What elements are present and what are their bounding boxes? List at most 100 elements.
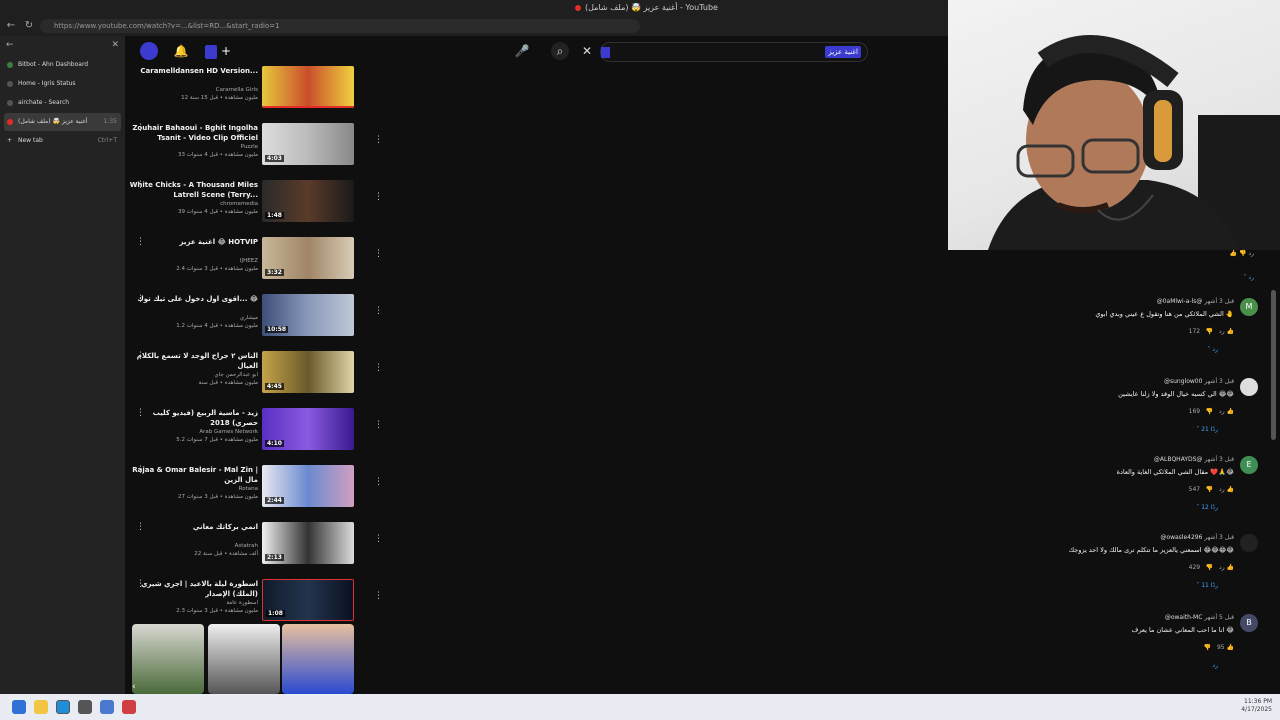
commenter-username[interactable]: @owasle4296 قبل 3 أشهر (1160, 534, 1234, 541)
clear-search-icon[interactable]: ✕ (578, 42, 596, 60)
more-options-icon[interactable]: ⋮ (374, 591, 383, 601)
reload-icon[interactable]: ↻ (22, 19, 36, 33)
video-item[interactable]: Caramelldansen HD Version... Caramella Gi… (128, 66, 378, 123)
tab-item-active[interactable]: أغنية عزيز 🤯 (ملف شامل) 1:35 (4, 113, 121, 131)
more-options-icon[interactable]: ⋮ (374, 420, 383, 430)
commenter-username[interactable]: @owaith-MC قبل 5 أشهر (1165, 614, 1234, 621)
short-thumbnail[interactable] (282, 624, 354, 694)
voice-search-mic-icon[interactable]: 🎤 (513, 42, 531, 60)
view-replies-button[interactable]: ˅ 21 ردًا (1196, 426, 1218, 433)
tab-item[interactable]: Home - Igris Status (4, 75, 121, 93)
short-thumbnail[interactable] (132, 624, 204, 694)
video-channel[interactable]: Arab Games Network (128, 428, 258, 436)
video-channel[interactable]: IJHEEZ (128, 257, 258, 265)
account-avatar[interactable] (140, 42, 158, 60)
video-item[interactable]: ⋮ زيد - ماسية الربيع (فيديو كليب حصري) 2… (128, 408, 383, 465)
terminal-icon[interactable] (78, 700, 92, 714)
more-options-icon[interactable]: ⋮ (374, 534, 383, 544)
more-options-icon[interactable]: ⋮ (374, 477, 383, 487)
back-arrow-icon[interactable]: ← (4, 19, 18, 33)
commenter-username[interactable]: @sunglow00 قبل 3 أشهر (1164, 378, 1234, 385)
video-channel[interactable]: Rotana (128, 485, 258, 493)
commenter-username[interactable]: @ALBQHAYDS@ قبل 3 أشهر (1154, 456, 1234, 463)
video-item[interactable]: ⋮ اقوى اول دخول على تيك توك... 😂 ميشاري 1.… (128, 294, 383, 351)
video-item[interactable]: ⋮ اغنية عزيز 😂 HOTVIP IJHEEZ 2.4 مليون مشا… (128, 237, 383, 294)
video-channel[interactable]: chromemedia (128, 200, 258, 208)
comment-actions[interactable]: رد 👎 429 👍 (1189, 564, 1234, 571)
video-channel[interactable]: ابو عبدالرحمن جاي (128, 371, 258, 379)
video-title[interactable]: اقوى اول دخول على تيك توك... 😂 (128, 294, 258, 314)
comment-actions[interactable]: 👎 95 👍 (1204, 644, 1234, 651)
video-title[interactable]: اغنية عزيز 😂 HOTVIP (128, 237, 259, 257)
video-title[interactable]: انمي بركاتك معاني (128, 522, 258, 542)
video-channel[interactable]: Puzzle (128, 143, 258, 151)
video-title[interactable]: Caramelldansen HD Version... (128, 66, 258, 86)
tab-item[interactable]: airchate - Search (4, 94, 121, 112)
start-windows-icon[interactable] (12, 700, 26, 714)
video-title[interactable]: الناس ٢ جراح الوجد لا تسمع بالكلام العيا… (128, 351, 258, 371)
video-title[interactable]: زيد - ماسية الربيع (فيديو كليب حصري) 201… (128, 408, 258, 428)
video-title[interactable]: Rajaa & Omar Balesir - Mal Zin | مال الز… (128, 465, 258, 485)
commenter-avatar[interactable]: B (1240, 614, 1258, 632)
video-channel[interactable]: Astatrah (128, 542, 258, 550)
view-replies-button[interactable]: ˅ 12 ردًا (1196, 504, 1218, 511)
app-icon[interactable] (100, 700, 114, 714)
more-options-icon[interactable]: ⋮ (374, 249, 383, 259)
view-replies-button[interactable]: ˅ رد (1244, 274, 1255, 281)
file-explorer-icon[interactable] (34, 700, 48, 714)
video-channel[interactable]: اسطورة عامة (128, 599, 258, 607)
video-thumbnail[interactable]: 10:58 (262, 294, 354, 336)
commenter-avatar[interactable] (1240, 378, 1258, 396)
video-item[interactable]: ⋮ White Chicks - A Thousand Miles Latrel… (128, 180, 383, 237)
url-input[interactable]: https://www.youtube.com/watch?v=...&list… (40, 19, 640, 33)
commenter-username[interactable]: @0aMlwi-a-ls@ قبل 3 أشهر (1157, 298, 1234, 305)
search-button-icon[interactable]: ⌕ (551, 42, 569, 60)
video-thumbnail[interactable]: 4:10 (262, 408, 354, 450)
create-button[interactable]: + (205, 42, 231, 60)
video-channel[interactable]: Caramella Girls (128, 86, 258, 94)
more-options-icon[interactable]: ⋮ (374, 306, 383, 316)
tab-item[interactable]: Bitbot - Ahn Dashboard (4, 56, 121, 74)
short-thumbnail[interactable] (208, 624, 280, 694)
comment-actions[interactable]: رد 👎 169 👍 (1189, 408, 1234, 415)
reply-button[interactable]: رد (1212, 662, 1218, 669)
commenter-avatar[interactable] (1240, 534, 1258, 552)
video-thumbnail[interactable] (262, 66, 354, 108)
comment-actions[interactable]: رد 👎 547 👍 (1189, 486, 1234, 493)
notifications-bell-icon[interactable]: 🔔 (172, 42, 190, 60)
browser-taskbar-icon[interactable] (56, 700, 70, 714)
video-item[interactable]: ⋮ انمي بركاتك معاني Astatrah 22 ألف مشاهدة… (128, 522, 383, 579)
video-thumbnail[interactable]: 2:13 (262, 522, 354, 564)
video-thumbnail[interactable]: 3:32 (262, 237, 354, 279)
video-item[interactable]: ⋮ Rajaa & Omar Balesir - Mal Zin | مال ا… (128, 465, 383, 522)
comment-actions[interactable]: رد 👎 172 👍 (1189, 328, 1234, 335)
video-thumbnail[interactable]: 4:03 (262, 123, 354, 165)
video-thumbnail[interactable]: 2:44 (262, 465, 354, 507)
view-replies-button[interactable]: ˅ 11 ردًا (1196, 582, 1218, 589)
new-tab-button[interactable]: + New tab Ctrl+T (4, 132, 121, 150)
video-thumbnail[interactable]: 1:48 (262, 180, 354, 222)
video-title[interactable]: White Chicks - A Thousand Miles Latrell … (128, 180, 258, 200)
scroll-left-chevron-icon[interactable]: ‹ (132, 682, 136, 692)
more-options-icon[interactable]: ⋮ (374, 135, 383, 145)
video-item[interactable]: ⋮ الناس ٢ جراح الوجد لا تسمع بالكلام الع… (128, 351, 383, 408)
video-thumbnail[interactable]: 1:08 (262, 579, 354, 621)
commenter-avatar[interactable]: E (1240, 456, 1258, 474)
video-item[interactable]: ⋮ Zouhair Bahaoui - Bghit Ingolha Tsanit… (128, 123, 383, 180)
view-replies-button[interactable]: ˅ رد (1208, 346, 1219, 353)
close-panel-icon[interactable]: ✕ (111, 40, 119, 50)
video-title[interactable]: اسطورة ليلة بالاعيد | اجري شيري (الملك) … (128, 579, 258, 599)
more-options-icon[interactable]: ⋮ (374, 363, 383, 373)
search-input[interactable]: اغنية عزيز (600, 42, 868, 62)
video-thumbnail[interactable]: 4:45 (262, 351, 354, 393)
vertical-tabs-panel: ← ✕ Bitbot - Ahn Dashboard Home - Igris … (0, 36, 125, 694)
video-duration: 2:44 (265, 497, 284, 504)
video-channel[interactable]: ميشاري (128, 314, 258, 322)
taskbar-clock[interactable]: 11:36 PM 4/17/2025 (1241, 698, 1272, 714)
collapse-icon[interactable]: ← (6, 40, 14, 50)
more-options-icon[interactable]: ⋮ (374, 192, 383, 202)
recording-app-icon[interactable] (122, 700, 136, 714)
video-title[interactable]: Zouhair Bahaoui - Bghit Ingolha Tsanit -… (128, 123, 258, 143)
commenter-avatar[interactable]: M (1240, 298, 1258, 316)
page-scrollbar[interactable] (1271, 290, 1276, 440)
